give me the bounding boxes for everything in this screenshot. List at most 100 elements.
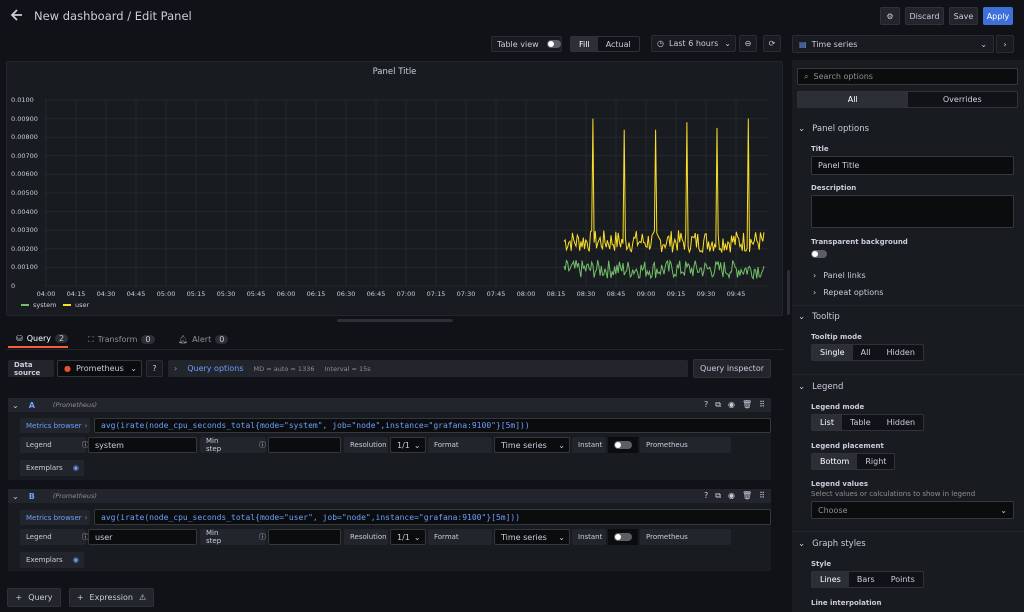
legend-input-a[interactable]: system — [88, 437, 197, 453]
metrics-browser-button[interactable]: Metrics browser › — [20, 418, 90, 433]
legend-item-system[interactable]: system — [21, 301, 57, 309]
legend-section[interactable]: ⌄ Legend — [798, 382, 843, 392]
add-expression-button[interactable]: + Expression ⚠ — [69, 588, 154, 607]
resolution-select-a[interactable]: 1/1 ⌄ — [390, 437, 426, 453]
legend-values-desc: Select values or calculations to show in… — [811, 490, 976, 498]
help-icon[interactable]: ? — [704, 400, 708, 410]
exemplars-label-b[interactable]: Exemplars ◉ — [20, 552, 84, 568]
copy-icon[interactable]: ⧉ — [715, 400, 721, 410]
x-tick-label: 06:00 — [276, 290, 296, 298]
all-option[interactable]: All — [798, 92, 908, 107]
legend-item-user[interactable]: user — [63, 301, 89, 309]
all-mode-option[interactable]: All — [853, 345, 879, 360]
graph-styles-section[interactable]: ⌄ Graph styles — [798, 539, 866, 549]
format-select-a[interactable]: Time series ⌄ — [494, 437, 570, 453]
eye-icon[interactable]: ◉ — [728, 491, 735, 501]
legend-input-b[interactable]: user — [88, 529, 197, 545]
query-a-header: ⌄ A (Prometheus) ? ⧉ ◉ 🗑︎ ⠿ — [8, 398, 771, 412]
plus-icon: + — [15, 593, 23, 602]
format-select-b[interactable]: Time series ⌄ — [494, 529, 570, 545]
points-option[interactable]: Points — [883, 572, 923, 587]
trash-icon[interactable]: 🗑︎ — [742, 491, 752, 501]
eye-icon: ◉ — [72, 464, 79, 472]
transparent-bg-label: Transparent background — [811, 238, 908, 246]
query-a-expression[interactable]: avg(irate(node_cpu_seconds_total{mode="s… — [94, 418, 771, 433]
repeat-options-section[interactable]: › Repeat options — [813, 288, 883, 297]
datasource-help-button[interactable]: ? — [146, 360, 163, 377]
list-option[interactable]: List — [812, 415, 842, 430]
query-b-expression[interactable]: avg(irate(node_cpu_seconds_total{mode="u… — [94, 509, 771, 525]
hidden-option[interactable]: Hidden — [879, 345, 923, 360]
trash-icon[interactable]: 🗑︎ — [742, 400, 752, 410]
tab-transform[interactable]: ⛶ Transform 0 — [88, 331, 155, 348]
tab-query[interactable]: ⛁ Query 2 — [8, 331, 69, 348]
min-step-input-b[interactable] — [268, 529, 341, 545]
datasource-picker[interactable]: ● Prometheus ⌄ — [57, 360, 142, 377]
eye-icon[interactable]: ◉ — [728, 400, 735, 410]
vertical-scrollbar[interactable] — [787, 270, 790, 315]
collapse-icon[interactable]: ⌄ — [12, 492, 19, 501]
resize-handle[interactable] — [337, 319, 453, 322]
resolution-select-b[interactable]: 1/1 ⌄ — [390, 529, 426, 545]
tab-transform-label: Transform — [97, 335, 138, 344]
discard-button[interactable]: Discard — [905, 7, 944, 25]
query-b-letter: B — [28, 491, 35, 501]
timeseries-chart[interactable] — [0, 0, 790, 320]
min-step-input-a[interactable] — [268, 437, 341, 453]
chevron-right-icon: › — [813, 271, 817, 280]
collapse-options-button[interactable]: › — [996, 35, 1014, 53]
overrides-option[interactable]: Overrides — [908, 92, 1018, 107]
chevron-right-icon: › — [174, 364, 178, 373]
copy-icon[interactable]: ⧉ — [715, 491, 721, 501]
bars-option[interactable]: Bars — [849, 572, 883, 587]
query-options-bar[interactable]: › Query options MD = auto = 1336 Interval =… — [168, 360, 688, 377]
legend-field-label: Legend — [26, 441, 52, 449]
datasource-value: Prometheus — [75, 364, 124, 373]
save-button[interactable]: Save — [949, 7, 978, 25]
table-option[interactable]: Table — [842, 415, 879, 430]
legend-section-label: Legend — [812, 382, 844, 392]
exemplars-text: Exemplars — [26, 464, 63, 472]
help-icon[interactable]: ? — [704, 491, 708, 501]
drag-handle-icon[interactable]: ⠿ — [759, 400, 765, 410]
bottom-option[interactable]: Bottom — [812, 454, 858, 469]
chevron-down-icon: ⌄ — [413, 440, 421, 450]
resolution-label-a: Resolution — [344, 437, 388, 453]
settings-gear-button[interactable]: ⚙ — [880, 7, 900, 25]
drag-handle-icon[interactable]: ⠿ — [759, 491, 765, 501]
visualization-picker[interactable]: ▤ Time series ⌄ — [792, 35, 994, 53]
title-input[interactable]: Panel Title — [811, 156, 1014, 175]
description-textarea[interactable] — [811, 195, 1014, 228]
tooltip-section[interactable]: ⌄ Tooltip — [798, 312, 840, 322]
chevron-right-icon: › — [813, 288, 817, 297]
panel-options-section[interactable]: ⌄ Panel options — [798, 124, 869, 134]
add-expression-label: Expression — [89, 593, 133, 602]
transparent-bg-toggle[interactable] — [811, 250, 827, 258]
tab-alert[interactable]: 🔔︎ Alert 0 — [178, 331, 229, 348]
legend-values-select[interactable]: Choose ⌄ — [811, 501, 1014, 519]
apply-button[interactable]: Apply — [983, 7, 1013, 25]
hidden-legend-option[interactable]: Hidden — [879, 415, 923, 430]
x-tick-label: 06:30 — [336, 290, 356, 298]
warning-icon: ⚠ — [138, 593, 147, 602]
tabs-divider — [6, 349, 783, 350]
collapse-icon[interactable]: ⌄ — [12, 401, 19, 410]
exemplars-label-a[interactable]: Exemplars ◉ — [20, 460, 84, 476]
panel-links-section[interactable]: › Panel links — [813, 271, 866, 280]
right-option[interactable]: Right — [857, 454, 894, 469]
chevron-down-icon: ⌄ — [798, 539, 806, 549]
y-tick-label: 0.00300 — [11, 226, 38, 235]
lines-option[interactable]: Lines — [812, 572, 849, 587]
add-query-button[interactable]: + Query — [7, 588, 61, 607]
min-step-label-a: Min step ⓘ — [200, 437, 266, 453]
metrics-browser-button[interactable]: Metrics browser › — [20, 510, 90, 525]
query-inspector-button[interactable]: Query inspector — [693, 359, 771, 378]
toggle-switch — [614, 441, 632, 449]
search-options-input[interactable]: ⌕ Search options — [797, 68, 1018, 85]
instant-toggle-b[interactable] — [608, 529, 638, 545]
single-option[interactable]: Single — [812, 345, 853, 360]
chevron-right-icon: › — [1003, 39, 1007, 49]
instant-toggle-a[interactable] — [608, 437, 638, 453]
x-tick-label: 09:45 — [726, 290, 746, 298]
y-tick-label: 0.00700 — [11, 151, 38, 160]
